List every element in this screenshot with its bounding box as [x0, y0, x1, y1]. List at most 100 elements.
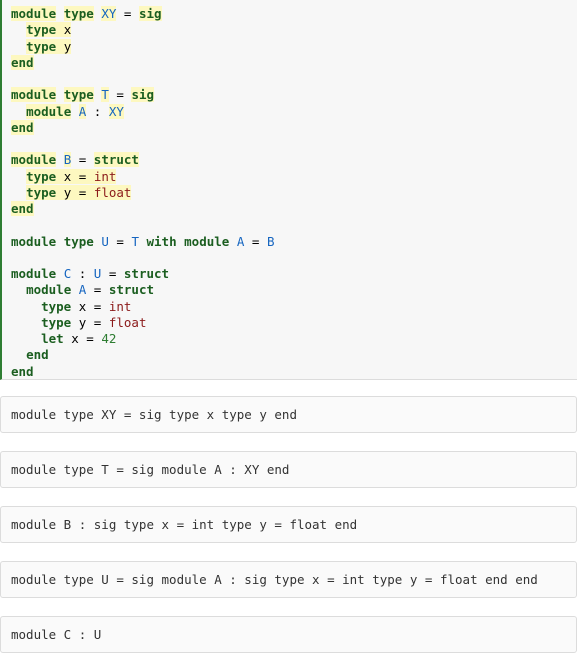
- code-token: y =: [56, 184, 94, 200]
- code-token: end: [11, 363, 34, 379]
- code-token: x: [56, 22, 72, 38]
- code-line: type x = int: [11, 168, 577, 185]
- code-token: module: [11, 233, 57, 249]
- code-token: =: [108, 87, 132, 103]
- code-editor-cell[interactable]: module type XY = sig type x type y end mod…: [0, 0, 577, 380]
- code-token: x =: [56, 168, 94, 184]
- code-token: type: [41, 314, 72, 330]
- code-token: XY: [108, 103, 124, 119]
- code-token: type: [63, 87, 94, 103]
- code-line: module B = struct: [11, 152, 577, 168]
- code-token: B: [266, 233, 275, 249]
- code-token: struct: [93, 152, 139, 168]
- code-token: type: [26, 184, 57, 200]
- code-line: type y = float: [11, 315, 577, 331]
- code-line: end: [11, 364, 577, 380]
- code-token: end: [26, 347, 49, 363]
- code-token: :: [71, 266, 94, 281]
- code-token: type: [26, 168, 57, 184]
- code-token: int: [108, 298, 132, 314]
- code-token: =: [101, 266, 124, 281]
- code-token: XY: [101, 6, 117, 21]
- code-token: =: [71, 152, 94, 168]
- code-token: module: [11, 87, 57, 103]
- code-token: struct: [123, 266, 170, 281]
- code-token: type: [26, 38, 57, 54]
- code-token: sig: [131, 87, 155, 103]
- code-token: module: [11, 266, 57, 281]
- code-line: module A : XY: [11, 103, 577, 120]
- code-token: T: [101, 87, 109, 103]
- code-token: struct: [108, 282, 155, 298]
- code-line: module A = struct: [11, 282, 577, 298]
- code-token: module: [26, 103, 72, 119]
- code-token: 42: [101, 331, 117, 346]
- code-line: type x: [11, 22, 577, 38]
- code-line: module C : U = struct: [11, 266, 577, 282]
- code-token: =: [108, 233, 132, 249]
- code-line: end: [11, 54, 577, 71]
- code-line: type y = float: [11, 184, 577, 201]
- code-token: int: [93, 168, 117, 184]
- code-token: T: [131, 233, 139, 249]
- output-cell-5: module C : U: [0, 616, 577, 653]
- code-token: type: [63, 6, 94, 21]
- code-line: module type U = T with module A = B: [11, 234, 577, 250]
- output-cell-1: module type XY = sig type x type y end: [0, 396, 577, 433]
- code-token: float: [108, 314, 147, 330]
- code-token: U: [101, 233, 109, 249]
- code-line: module type T = sig: [11, 87, 577, 103]
- code-token: module: [26, 282, 72, 298]
- code-token: x =: [63, 331, 102, 346]
- code-token: float: [93, 184, 132, 200]
- output-cell-3: module B : sig type x = int type y = flo…: [0, 506, 577, 543]
- code-token: type: [26, 22, 57, 38]
- code-token: :: [86, 103, 109, 119]
- output-cell-2: module type T = sig module A : XY end: [0, 451, 577, 488]
- code-token: end: [11, 119, 34, 135]
- code-token: x =: [71, 298, 109, 314]
- code-token: y: [56, 38, 72, 54]
- code-line: end: [11, 347, 577, 363]
- code-token: module: [11, 152, 57, 168]
- code-token: module: [184, 233, 230, 249]
- code-token: type: [41, 298, 72, 314]
- code-line: let x = 42: [11, 331, 577, 347]
- code-token: end: [11, 201, 34, 216]
- code-token: module: [11, 6, 57, 21]
- code-token: let: [41, 331, 64, 346]
- code-token: type: [63, 233, 94, 249]
- code-token: y =: [71, 314, 109, 330]
- code-line: module type XY = sig: [11, 6, 577, 22]
- code-token: =: [244, 233, 267, 249]
- code-token: end: [11, 54, 34, 70]
- output-cell-4: module type U = sig module A : sig type …: [0, 561, 577, 598]
- code-token: =: [116, 6, 139, 21]
- code-token: with: [146, 233, 177, 249]
- code-token: =: [86, 282, 109, 298]
- code-token: sig: [138, 6, 162, 21]
